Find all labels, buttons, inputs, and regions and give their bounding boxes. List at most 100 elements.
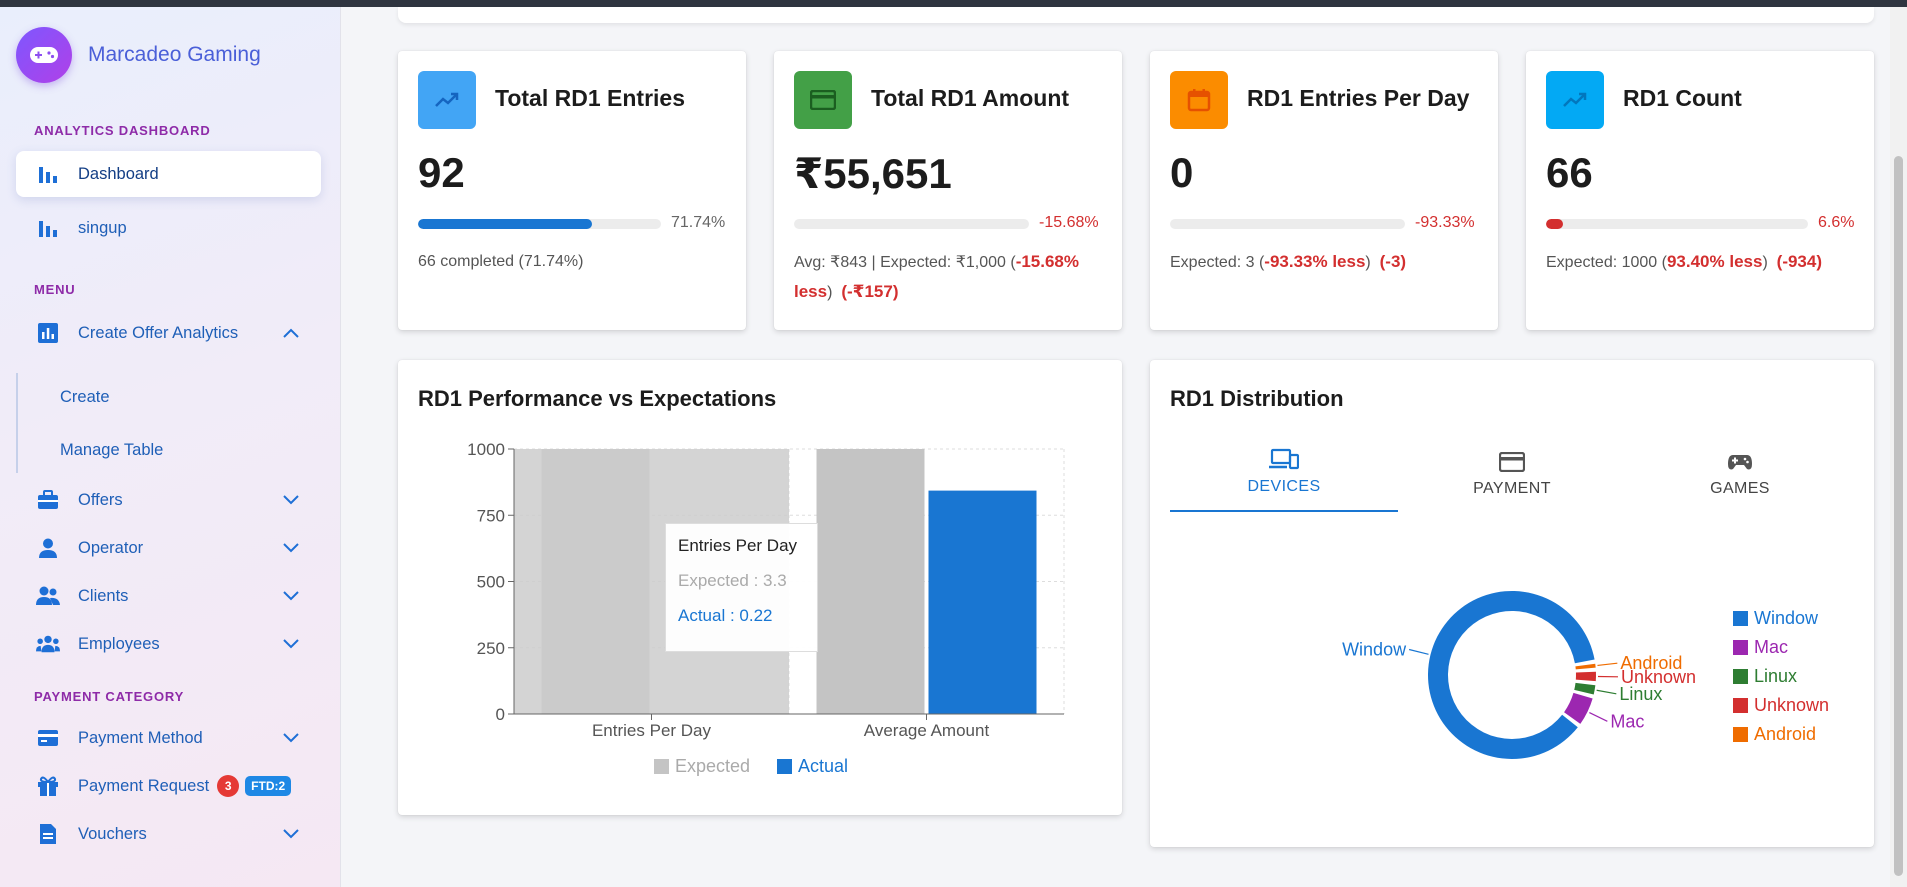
- sidebar-item-payment-request[interactable]: Payment Request 3 FTD:2: [16, 763, 321, 809]
- y-tick-label: 250: [477, 639, 505, 658]
- sidebar-item-dashboard[interactable]: Dashboard: [16, 151, 321, 197]
- gift-icon: [36, 774, 60, 798]
- x-tick-label: Average Amount: [864, 721, 990, 740]
- section-label-payment: PAYMENT CATEGORY: [34, 689, 185, 704]
- progress-bar-fill: [418, 219, 593, 229]
- note-close: ): [827, 284, 833, 301]
- sidebar-item-label: Clients: [78, 586, 129, 605]
- legend-swatch: [1733, 698, 1748, 713]
- sidebar-item-singup[interactable]: singup: [16, 205, 321, 251]
- sidebar-item-clients[interactable]: Clients: [16, 573, 321, 619]
- y-tick-label: 500: [477, 573, 505, 592]
- legend-item[interactable]: Unknown: [1733, 695, 1829, 716]
- legend-label: Expected: [675, 756, 750, 776]
- chevron-down-icon[interactable]: [279, 632, 303, 656]
- sidebar-subitem-manage-table[interactable]: Manage Table: [60, 441, 163, 460]
- ftd-badge: FTD:2: [245, 776, 292, 796]
- legend-item[interactable]: Mac: [1733, 637, 1788, 658]
- donut-label: Linux: [1619, 684, 1662, 704]
- tooltip-title: Entries Per Day: [678, 536, 798, 555]
- progress-percent: 6.6%: [1818, 214, 1855, 231]
- performance-chart-card: RD1 Performance vs Expectations Entries …: [398, 360, 1122, 815]
- legend-label: Window: [1754, 608, 1819, 628]
- bar-expected: [816, 449, 925, 714]
- donut-slice-android: [1575, 663, 1596, 670]
- stat-note: Expected: 1000 (93.40% less) (-934): [1546, 247, 1822, 277]
- sidebar-item-label: Vouchers: [78, 824, 147, 843]
- stat-card-entries-per-day: RD1 Entries Per Day 0 -93.33% Expected: …: [1150, 51, 1498, 330]
- y-tick-label: 750: [477, 506, 505, 525]
- distribution-card: RD1 Distribution DEVICES PAYMENT GAMES A…: [1150, 360, 1874, 847]
- chevron-down-icon[interactable]: [279, 536, 303, 560]
- sidebar-item-label: Create Offer Analytics: [78, 323, 239, 342]
- progress-bar: [1546, 219, 1808, 229]
- legend-item[interactable]: Linux: [1733, 666, 1797, 687]
- stat-value: 92: [418, 149, 465, 196]
- legend-swatch: [1733, 727, 1748, 742]
- legend-swatch: [1733, 669, 1748, 684]
- sidebar-item-create-offer-analytics[interactable]: Create Offer Analytics: [16, 310, 321, 356]
- trending-up-icon: [418, 71, 476, 129]
- note-prefix: Avg: ₹843 | Expected: ₹1,000 (: [794, 254, 1016, 271]
- legend-label: Actual: [798, 756, 848, 776]
- progress-bar: [418, 219, 661, 229]
- trending-up-icon: [1546, 71, 1604, 129]
- note-close: ): [1365, 254, 1371, 271]
- chevron-up-icon[interactable]: [279, 321, 303, 345]
- chart-tooltip: Entries Per Day Expected : 3.3 Actual : …: [665, 523, 818, 652]
- note-negative: -93.33% less: [1264, 252, 1366, 271]
- sidebar-item-operator[interactable]: Operator: [16, 525, 321, 571]
- stat-card-total-entries: Total RD1 Entries 92 71.74% 66 completed…: [398, 51, 746, 330]
- sidebar-subitem-create[interactable]: Create: [60, 388, 110, 407]
- progress-percent: -93.33%: [1415, 214, 1475, 231]
- note-prefix: Expected: 3 (: [1170, 254, 1265, 271]
- legend-swatch: [1733, 611, 1748, 626]
- legend-item[interactable]: Android: [1733, 724, 1816, 745]
- donut-leader-line: [1597, 662, 1618, 667]
- stat-title: RD1 Entries Per Day: [1247, 85, 1470, 111]
- chevron-down-icon[interactable]: [279, 584, 303, 608]
- note-diff: (-₹157): [841, 282, 899, 301]
- donut-slice-window: [1428, 591, 1595, 759]
- sidebar-item-payment-method[interactable]: Payment Method: [16, 715, 321, 761]
- chevron-down-icon[interactable]: [279, 488, 303, 512]
- donut-slice-mac: [1564, 692, 1593, 724]
- tooltip-expected: Expected : 3.3: [678, 571, 787, 590]
- sidebar-item-label: Offers: [78, 490, 123, 509]
- note-diff: (-3): [1379, 252, 1407, 271]
- note-close: ): [1762, 254, 1768, 271]
- previous-card-bottom: [398, 7, 1874, 23]
- stat-title: RD1 Count: [1623, 85, 1742, 111]
- stat-card-rd1-count: RD1 Count 66 6.6% Expected: 1000 (93.40%…: [1526, 51, 1874, 330]
- stat-note: Avg: ₹843 | Expected: ₹1,000 (-15.68% le…: [794, 247, 1114, 307]
- submenu-guide-line: [16, 373, 18, 473]
- stat-value: ₹55,651: [794, 150, 952, 197]
- sidebar-item-label: Dashboard: [78, 164, 159, 183]
- gamepad-logo-icon: [16, 27, 72, 83]
- sidebar-item-label: Payment Method: [78, 728, 203, 747]
- credit-card-icon: [794, 71, 852, 129]
- progress-bar: [1170, 219, 1405, 229]
- sidebar-item-vouchers[interactable]: Vouchers: [16, 811, 321, 857]
- stat-title: Total RD1 Amount: [871, 85, 1070, 111]
- note-prefix: Expected: 1000 (: [1546, 254, 1667, 271]
- brand[interactable]: Marcadeo Gaming: [16, 27, 261, 83]
- note-negative: 93.40% less: [1666, 252, 1763, 271]
- progress-percent: 71.74%: [671, 214, 726, 231]
- legend-item[interactable]: Window: [1733, 608, 1818, 629]
- scrollbar-thumb[interactable]: [1894, 156, 1903, 876]
- sidebar-item-employees[interactable]: Employees: [16, 621, 321, 667]
- note-diff: (-934): [1776, 252, 1823, 271]
- legend-swatch: [654, 759, 669, 774]
- chevron-down-icon[interactable]: [279, 822, 303, 846]
- donut-label: Window: [1342, 640, 1407, 660]
- donut-slice-unknown: [1575, 671, 1596, 682]
- devices-donut-chart: AndroidUnknownLinuxMacWindow: [1342, 591, 1696, 759]
- sidebar-item-offers[interactable]: Offers: [16, 477, 321, 523]
- brand-name: Marcadeo Gaming: [88, 43, 261, 66]
- legend-swatch: [777, 759, 792, 774]
- tooltip-actual: Actual : 0.22: [678, 606, 773, 625]
- group-icon: [36, 632, 60, 656]
- legend-label: Android: [1754, 724, 1817, 744]
- chevron-down-icon[interactable]: [279, 726, 303, 750]
